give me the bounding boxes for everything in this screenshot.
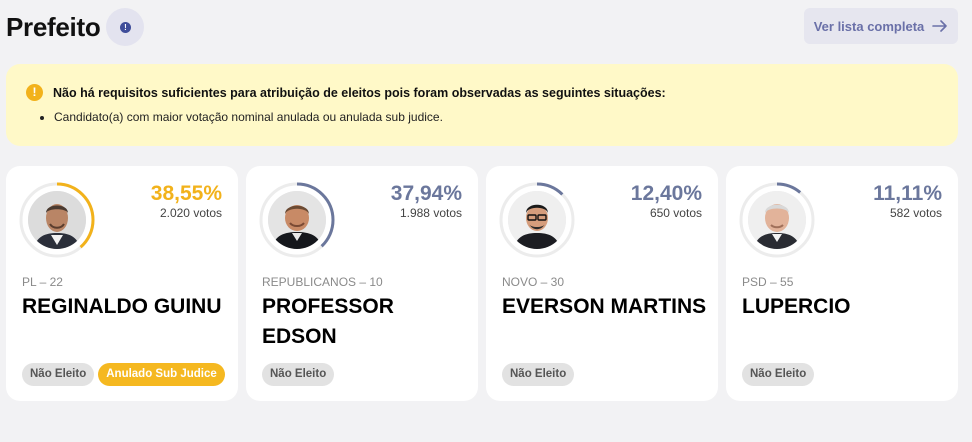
alert-list-item: Candidato(a) com maior votação nominal a… <box>54 110 938 124</box>
vote-percentage: 11,11% <box>873 182 942 205</box>
status-badge-not-elected: Não Eleito <box>742 363 815 386</box>
candidate-name: REGINALDO GUINU <box>22 295 222 318</box>
status-badge-not-elected: Não Eleito <box>502 363 575 386</box>
candidate-name: LUPERCIO <box>742 295 851 318</box>
status-badges: Não Eleito <box>502 363 575 386</box>
info-button[interactable]: ! <box>106 8 145 46</box>
candidate-name: EVERSON MARTINS <box>502 295 707 318</box>
warning-alert: ! Não há requisitos suficientes para atr… <box>6 64 958 146</box>
candidate-photo <box>508 191 566 249</box>
page-title: Prefeito <box>6 11 101 42</box>
page-header: Prefeito ! <box>6 8 145 46</box>
candidate-avatar <box>498 181 576 259</box>
full-list-button[interactable]: Ver lista completa <box>804 8 958 44</box>
info-icon: ! <box>119 21 131 33</box>
candidate-card[interactable]: 11,11% 582 votos PSD – 55 LUPERCIO Não E… <box>726 166 958 401</box>
candidate-avatar <box>738 181 816 259</box>
full-list-button-label: Ver lista completa <box>813 18 925 34</box>
vote-percentage: 12,40% <box>630 182 702 205</box>
candidate-card[interactable]: 12,40% 650 votos NOVO – 30 EVERSON MARTI… <box>486 166 718 401</box>
candidate-photo <box>268 191 326 249</box>
status-badges: Não Eleito <box>262 363 335 386</box>
party-number: NOVO – 30 <box>502 275 565 289</box>
status-badges: Não Eleito Anulado Sub Judice <box>22 363 225 386</box>
status-badges: Não Eleito <box>742 363 815 386</box>
vote-count: 1.988 votos <box>399 206 462 220</box>
vote-percentage: 37,94% <box>390 182 462 205</box>
warning-icon: ! <box>26 84 43 101</box>
candidate-card[interactable]: 38,55% 2.020 votos PL – 22 REGINALDO GUI… <box>6 166 238 401</box>
alert-list: Candidato(a) com maior votação nominal a… <box>54 110 938 124</box>
vote-count: 582 votos <box>889 206 942 220</box>
alert-title: Não há requisitos suficientes para atrib… <box>53 85 666 100</box>
arrow-right-icon <box>932 20 948 32</box>
vote-count: 2.020 votos <box>159 206 222 220</box>
party-number: REPUBLICANOS – 10 <box>262 275 383 289</box>
candidate-photo <box>748 191 806 249</box>
vote-count: 650 votos <box>649 206 702 220</box>
party-number: PSD – 55 <box>742 275 794 289</box>
status-badge-not-elected: Não Eleito <box>22 363 95 386</box>
status-badge-annulled: Anulado Sub Judice <box>98 363 225 386</box>
candidate-photo <box>28 191 86 249</box>
party-number: PL – 22 <box>22 275 63 289</box>
candidate-name: PROFESSOR EDSON <box>262 295 394 348</box>
candidate-avatar <box>258 181 336 259</box>
status-badge-not-elected: Não Eleito <box>262 363 335 386</box>
candidate-card[interactable]: 37,94% 1.988 votos REPUBLICANOS – 10 PRO… <box>246 166 478 401</box>
candidate-avatar <box>18 181 96 259</box>
vote-percentage: 38,55% <box>150 182 222 205</box>
